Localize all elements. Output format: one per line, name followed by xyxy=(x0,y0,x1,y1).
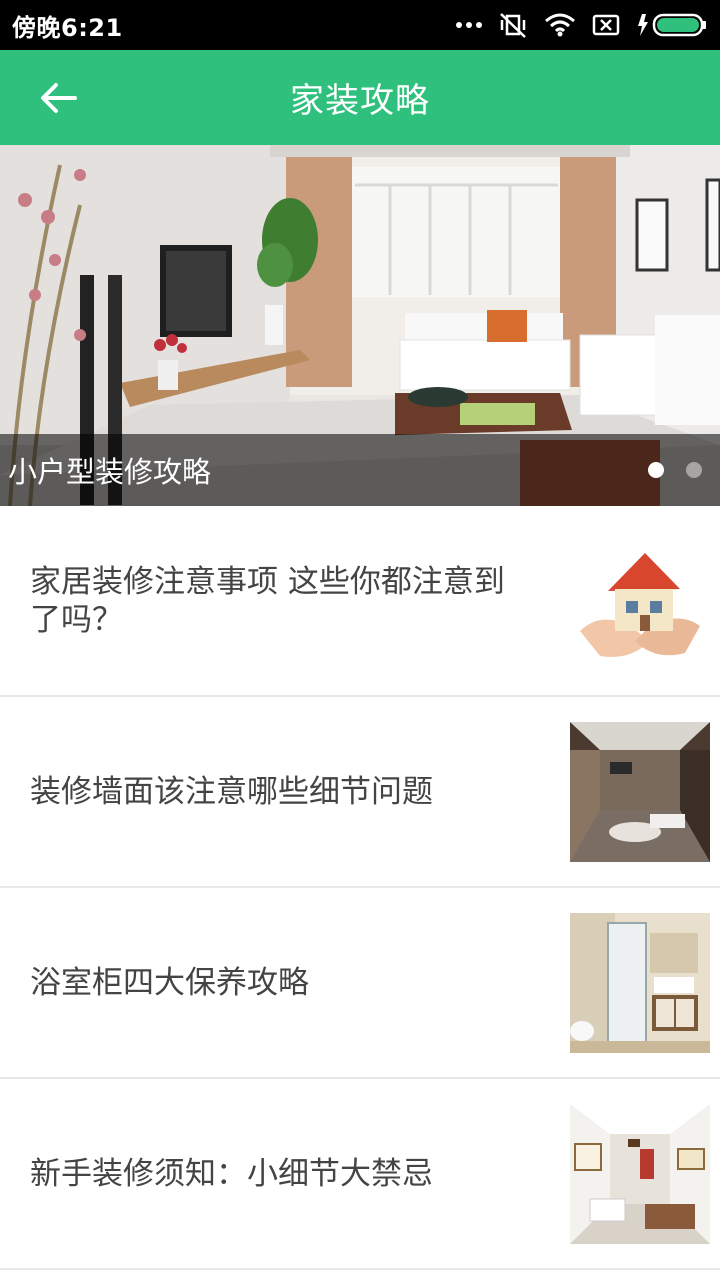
vibrate-off-icon xyxy=(500,13,526,38)
back-button[interactable] xyxy=(30,70,86,126)
status-icons xyxy=(456,11,708,39)
article-title: 浴室柜四大保养攻略 xyxy=(30,964,309,1001)
article-title: 装修墙面该注意哪些细节问题 xyxy=(30,773,433,810)
article-thumbnail xyxy=(570,912,710,1053)
carousel-dot-1[interactable] xyxy=(648,462,664,478)
article-thumbnail xyxy=(570,721,710,862)
carousel-indicator xyxy=(648,462,702,478)
bathroom-image xyxy=(570,912,710,1053)
article-thumbnail xyxy=(570,1103,710,1244)
article-item[interactable]: 新手装修须知：小细节大禁忌 xyxy=(0,1079,720,1270)
carousel-dot-2[interactable] xyxy=(686,462,702,478)
hallway-room-image xyxy=(570,1103,710,1244)
status-time: 傍晚6:21 xyxy=(12,13,123,42)
article-title: 家居装修注意事项 这些你都注意到了吗？ xyxy=(30,563,505,638)
more-dots-icon xyxy=(456,22,482,28)
house-in-hands-image xyxy=(570,530,710,671)
status-bar: 傍晚6:21 xyxy=(0,0,720,50)
article-item[interactable]: 浴室柜四大保养攻略 xyxy=(0,888,720,1079)
battery-charging-icon xyxy=(638,13,706,37)
article-list: 家居装修注意事项 这些你都注意到了吗？ 装修墙面该注意哪些细节问题 浴室柜四大保… xyxy=(0,506,720,1270)
arrow-left-icon xyxy=(41,82,77,113)
banner-caption-bar: 小户型装修攻略 xyxy=(0,434,720,506)
banner-carousel[interactable]: 小户型装修攻略 xyxy=(0,145,720,506)
wifi-icon xyxy=(545,13,575,37)
article-thumbnail xyxy=(570,530,710,671)
no-sim-icon xyxy=(592,14,620,36)
living-room-image xyxy=(570,721,710,862)
page-title: 家装攻略 xyxy=(290,81,430,121)
app-bar: 家装攻略 xyxy=(0,50,720,145)
article-item[interactable]: 家居装修注意事项 这些你都注意到了吗？ xyxy=(0,506,720,697)
article-title: 新手装修须知：小细节大禁忌 xyxy=(30,1155,433,1192)
banner-title: 小户型装修攻略 xyxy=(8,455,212,489)
article-item[interactable]: 装修墙面该注意哪些细节问题 xyxy=(0,697,720,888)
